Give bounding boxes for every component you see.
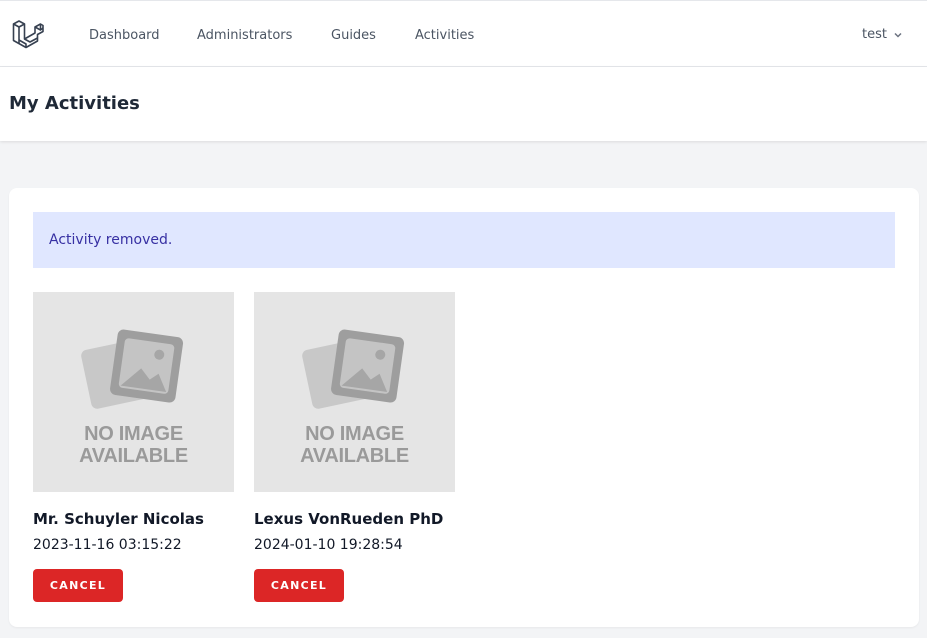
page-header: My Activities	[0, 67, 927, 141]
activity-name: Lexus VonRueden PhD	[254, 510, 444, 528]
laravel-logo-icon[interactable]	[12, 19, 45, 51]
activity-name: Mr. Schuyler Nicolas	[33, 510, 204, 528]
activities-card: Activity removed. NO IMAGE AVAILABLE Mr.…	[9, 188, 919, 627]
placeholder-line-1: NO IMAGE	[305, 423, 404, 445]
status-alert: Activity removed.	[33, 212, 895, 268]
activity-item: NO IMAGE AVAILABLE Mr. Schuyler Nicolas …	[33, 292, 234, 602]
cancel-button[interactable]: CANCEL	[254, 569, 344, 602]
page-title: My Activities	[9, 93, 140, 114]
placeholder-line-2: AVAILABLE	[300, 445, 409, 467]
top-navigation: Dashboard Administrators Guides Activiti…	[0, 0, 927, 67]
no-image-placeholder: NO IMAGE AVAILABLE	[254, 292, 455, 492]
nav-link-dashboard[interactable]: Dashboard	[89, 27, 160, 45]
activity-item: NO IMAGE AVAILABLE Lexus VonRueden PhD 2…	[254, 292, 455, 602]
placeholder-line-1: NO IMAGE	[84, 423, 183, 445]
nav-link-guides[interactable]: Guides	[331, 27, 376, 45]
placeholder-line-2: AVAILABLE	[79, 445, 188, 467]
user-menu-dropdown[interactable]: test	[862, 26, 903, 44]
activity-date: 2024-01-10 19:28:54	[254, 537, 403, 553]
no-image-placeholder: NO IMAGE AVAILABLE	[33, 292, 234, 492]
user-name: test	[862, 27, 887, 42]
nav-link-activities[interactable]: Activities	[415, 27, 474, 45]
chevron-down-icon	[894, 32, 902, 38]
cancel-button[interactable]: CANCEL	[33, 569, 123, 602]
activity-date: 2023-11-16 03:15:22	[33, 537, 182, 553]
nav-link-administrators[interactable]: Administrators	[197, 27, 292, 45]
alert-message: Activity removed.	[49, 232, 173, 248]
